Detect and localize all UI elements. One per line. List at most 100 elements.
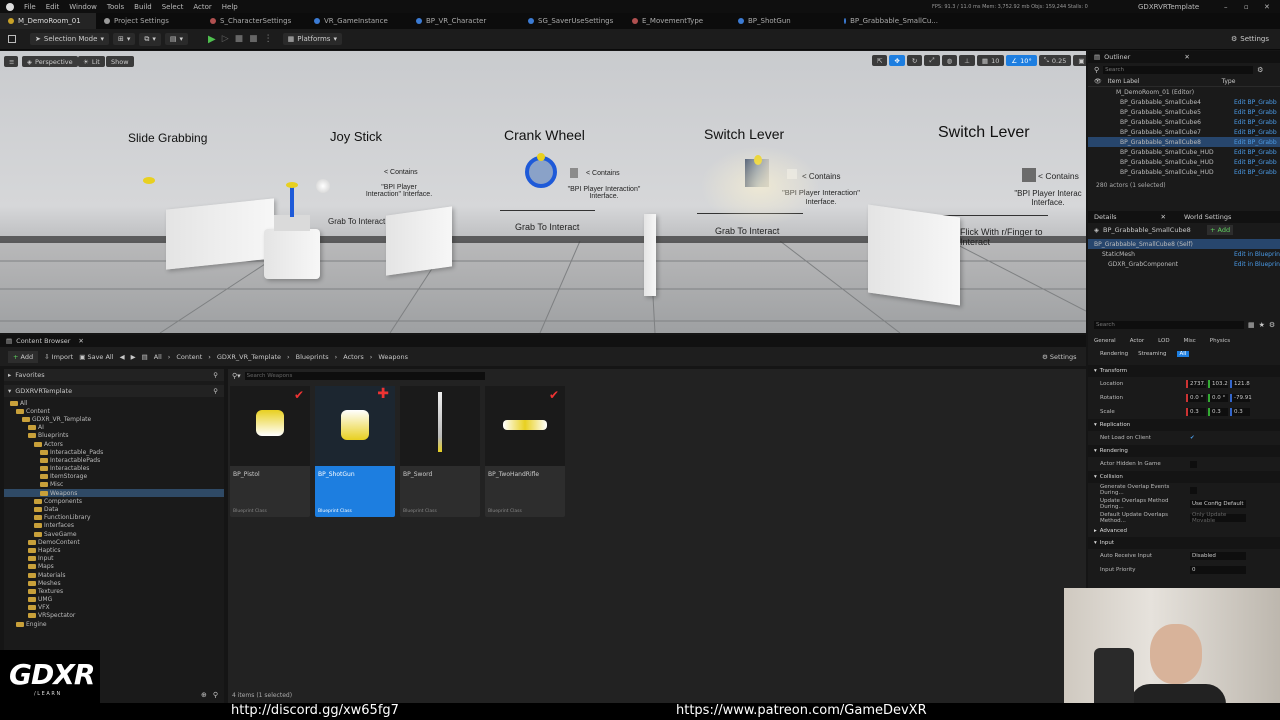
component-grab[interactable]: GDXR_GrabComponent Edit in Blueprint <box>1088 259 1280 269</box>
settings-button[interactable]: ⚙ Settings <box>1226 33 1274 45</box>
section-collision[interactable]: ▾ Collision <box>1088 471 1280 483</box>
folder-tree-item[interactable]: GDXR_VR_Template <box>4 415 224 423</box>
folder-tree-item[interactable]: Input <box>4 555 224 563</box>
folder-tree-item[interactable]: Engine <box>4 620 224 628</box>
rotate-tool-icon[interactable]: ↻ <box>906 55 923 66</box>
component-self[interactable]: BP_Grabbable_SmallCube8 (Self) <box>1088 239 1280 249</box>
folder-tree-item[interactable]: Interactables <box>4 465 224 473</box>
menu-select[interactable]: Select <box>162 3 184 11</box>
tab-vr-character[interactable]: BP_VR_Character <box>408 13 520 29</box>
asset-tile[interactable]: ✚ BP_ShotGun Blueprint Class <box>315 386 395 517</box>
default-update-dropdown[interactable]: Only Update Movable <box>1190 512 1246 524</box>
scale-y[interactable]: 0.3 <box>1208 408 1228 416</box>
menu-help[interactable]: Help <box>222 3 238 11</box>
angle-snap-toggle[interactable]: ∠ 10° <box>1006 55 1037 66</box>
sphere-prop[interactable] <box>316 179 330 193</box>
section-input[interactable]: ▾ Input <box>1088 537 1280 549</box>
history-forward-icon[interactable]: ▶ <box>131 353 136 361</box>
menu-build[interactable]: Build <box>134 3 152 11</box>
rotation-z[interactable]: -79.91 <box>1230 394 1252 402</box>
filter-icon[interactable]: ⚲ <box>1094 66 1099 74</box>
add-favorite-icon[interactable]: ⊕ <box>201 691 207 699</box>
asset-tile[interactable]: ✔ BP_TwoHandRifle Blueprint Class <box>485 386 565 517</box>
search-icon[interactable]: ⚲ <box>213 387 218 395</box>
outliner-row[interactable]: BP_Grabbable_SmallCube6 Edit BP_Grabb <box>1088 117 1280 127</box>
folder-tree-item[interactable]: Data <box>4 505 224 513</box>
breadcrumb-all[interactable]: All <box>154 353 162 361</box>
folder-tree-item[interactable]: Interactable_Pads <box>4 448 224 456</box>
folder-tree-item[interactable]: Misc <box>4 481 224 489</box>
asset-tile[interactable]: BP_Sword Blueprint Class <box>400 386 480 517</box>
patreon-link[interactable]: https://www.patreon.com/GameDevXR <box>676 703 927 718</box>
asset-tile[interactable]: ✔ BP_Pistol Blueprint Class <box>230 386 310 517</box>
show-button[interactable]: Show <box>106 56 134 67</box>
filter-all[interactable]: All <box>1176 351 1190 357</box>
folder-tree-item[interactable]: DemoContent <box>4 538 224 546</box>
tab-shotgun[interactable]: BP_ShotGun <box>730 13 836 29</box>
folder-tree-item[interactable]: Haptics <box>4 546 224 554</box>
tab-grabbable[interactable]: BP_Grabbable_SmallCu... <box>836 13 946 29</box>
breadcrumb-content[interactable]: Content <box>176 353 202 361</box>
project-header[interactable]: ▾ GDXRVRTemplate ⚲ <box>4 385 224 397</box>
platforms-dropdown[interactable]: ▦ Platforms ▾ <box>282 33 342 45</box>
type-column[interactable]: Type <box>1222 78 1236 85</box>
scale-tool-icon[interactable]: ⤢ <box>924 55 940 66</box>
add-button[interactable]: + Add <box>8 350 39 363</box>
import-button[interactable]: ⇩ Import <box>44 353 73 361</box>
outliner-search-input[interactable]: Search <box>1103 66 1254 74</box>
perspective-button[interactable]: ◈ Perspective <box>22 56 78 67</box>
lit-button[interactable]: ☀ Lit <box>78 56 105 67</box>
outliner-row[interactable]: BP_Grabbable_SmallCube8 Edit BP_Grabb <box>1088 137 1280 147</box>
details-tab[interactable]: Details <box>1094 213 1117 221</box>
breadcrumb-blueprints[interactable]: Blueprints <box>296 353 329 361</box>
filter-rendering[interactable]: Rendering <box>1100 351 1128 357</box>
joystick-stick[interactable] <box>290 185 294 217</box>
outliner-row[interactable]: BP_Grabbable_SmallCube7 Edit BP_Grabb <box>1088 127 1280 137</box>
scale-z[interactable]: 0.3 <box>1230 408 1250 416</box>
discord-link[interactable]: http://discord.gg/xw65fg7 <box>231 703 399 718</box>
grid-icon[interactable]: ▦ <box>1248 321 1255 329</box>
folder-tree-item[interactable]: Textures <box>4 587 224 595</box>
details-search-input[interactable]: Search <box>1094 321 1244 329</box>
tab-saver-settings[interactable]: SG_SaverUseSettings <box>520 13 624 29</box>
favorites-header[interactable]: ▸ Favorites ⚲ <box>4 369 224 381</box>
component-static-mesh[interactable]: StaticMesh Edit in Blueprint <box>1088 249 1280 259</box>
folder-tree-item[interactable]: All <box>4 399 224 407</box>
folder-tree-item[interactable]: FunctionLibrary <box>4 514 224 522</box>
update-dropdown[interactable]: Use Config Default <box>1190 500 1246 508</box>
overlap-checkbox[interactable] <box>1190 486 1197 494</box>
menu-edit[interactable]: Edit <box>46 3 60 11</box>
menu-actor[interactable]: Actor <box>193 3 211 11</box>
folder-tree-item[interactable]: VFX <box>4 604 224 612</box>
folder-tree-item[interactable]: Materials <box>4 571 224 579</box>
slide-grab-handle[interactable] <box>143 177 155 184</box>
close-icon[interactable]: ✕ <box>1184 53 1189 61</box>
world-local-icon[interactable]: ◍ <box>941 55 958 66</box>
close-icon[interactable]: ✕ <box>78 337 83 345</box>
scale-x[interactable]: 0.3 <box>1186 408 1206 416</box>
select-tool-icon[interactable]: ⇱ <box>872 55 888 66</box>
history-back-icon[interactable]: ◀ <box>120 353 125 361</box>
filter-physics[interactable]: Physics <box>1210 338 1230 344</box>
folder-tree-item[interactable]: Meshes <box>4 579 224 587</box>
folder-tree-item[interactable]: Content <box>4 407 224 415</box>
folder-tree-item[interactable]: Components <box>4 497 224 505</box>
section-replication[interactable]: ▾ Replication <box>1088 419 1280 431</box>
minimize-icon[interactable]: – <box>1224 3 1228 11</box>
section-advanced[interactable]: ▸ Advanced <box>1088 525 1280 537</box>
filter-actor[interactable]: Actor <box>1130 338 1144 344</box>
play-options-icon[interactable]: ⋮ <box>264 34 273 44</box>
auto-input-dropdown[interactable]: Disabled <box>1190 552 1246 560</box>
location-x[interactable]: 2737. <box>1186 380 1206 388</box>
stop-icon[interactable]: ■ <box>235 34 244 44</box>
eject-icon[interactable]: ■ <box>249 34 258 44</box>
outliner-row[interactable]: BP_Grabbable_SmallCube5 Edit BP_Grabb <box>1088 107 1280 117</box>
cinematics-dropdown[interactable]: ▤ ▾ <box>164 33 188 45</box>
location-y[interactable]: 103.2 <box>1208 380 1228 388</box>
filter-icon[interactable]: ⚲▾ <box>232 372 241 380</box>
add-component-button[interactable]: + Add <box>1207 225 1234 235</box>
play-icon[interactable]: ▶ <box>208 34 216 45</box>
section-transform[interactable]: ▾ Transform <box>1088 365 1280 377</box>
search-icon[interactable]: ⚲ <box>213 371 218 379</box>
folder-tree-item[interactable]: Maps <box>4 563 224 571</box>
